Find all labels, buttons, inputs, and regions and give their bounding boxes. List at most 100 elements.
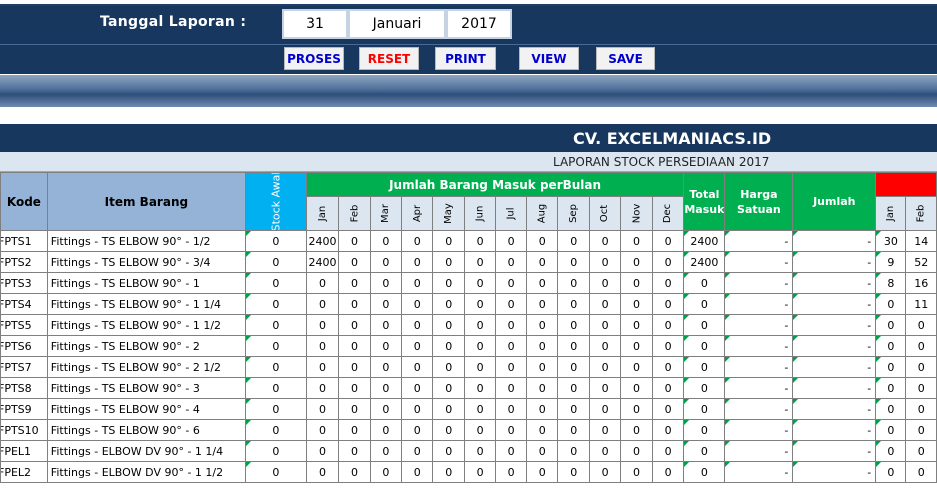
cell-jumlah[interactable]: - [792,230,877,252]
cell-masuk-month[interactable]: 0 [305,440,340,462]
cell-masuk-month[interactable]: 0 [495,377,527,399]
cell-masuk-month[interactable]: 0 [651,314,685,336]
cell-kode[interactable]: FPTS10 [0,419,48,441]
cell-masuk-month[interactable]: 0 [557,230,590,252]
cell-harga-satuan[interactable]: - [724,335,794,357]
cell-masuk-month[interactable]: 0 [651,419,685,441]
year-field[interactable]: 2017 [446,9,512,39]
cell-jumlah[interactable]: - [792,398,877,420]
cell-masuk-month[interactable]: 0 [369,398,403,420]
cell-masuk-month[interactable]: 0 [557,251,590,273]
cell-masuk-month[interactable]: 0 [557,419,590,441]
cell-jumlah[interactable]: - [792,356,877,378]
cell-total-masuk[interactable]: 0 [683,419,726,441]
cell-masuk-month[interactable]: 0 [651,356,685,378]
cell-total-masuk[interactable]: 0 [683,314,726,336]
cell-masuk-month[interactable]: 0 [495,461,527,483]
cell-kode[interactable]: FPTS7 [0,356,48,378]
cell-stock-awal[interactable]: 0 [244,461,307,483]
cell-keluar-month[interactable]: 0 [905,398,937,420]
cell-masuk-month[interactable]: 0 [369,314,403,336]
cell-masuk-month[interactable]: 0 [651,440,685,462]
cell-masuk-month[interactable]: 0 [525,377,559,399]
cell-jumlah[interactable]: - [792,461,877,483]
cell-item[interactable]: Fittings - TS ELBOW 90° - 1 1/4 [46,293,246,315]
cell-keluar-month[interactable]: 52 [905,251,937,273]
cell-item[interactable]: Fittings - TS ELBOW 90° - 6 [46,419,246,441]
cell-masuk-month[interactable]: 0 [588,377,622,399]
cell-keluar-month[interactable]: 0 [905,314,937,336]
cell-masuk-month[interactable]: 0 [338,314,371,336]
cell-masuk-month[interactable]: 0 [338,398,371,420]
cell-masuk-month[interactable]: 0 [369,251,403,273]
cell-masuk-month[interactable]: 0 [588,314,622,336]
cell-masuk-month[interactable]: 0 [432,461,466,483]
cell-masuk-month[interactable]: 0 [651,398,685,420]
cell-masuk-month[interactable]: 0 [525,440,559,462]
reset-button[interactable]: RESET [359,47,419,70]
cell-jumlah[interactable]: - [792,272,877,294]
cell-harga-satuan[interactable]: - [724,272,794,294]
proses-button[interactable]: PROSES [284,47,344,70]
cell-item[interactable]: Fittings - TS ELBOW 90° - 1 [46,272,246,294]
cell-keluar-month[interactable]: 16 [905,272,937,294]
cell-masuk-month[interactable]: 0 [588,272,622,294]
cell-stock-awal[interactable]: 0 [244,335,307,357]
cell-total-masuk[interactable]: 0 [683,461,726,483]
cell-masuk-month[interactable]: 0 [588,251,622,273]
cell-masuk-month[interactable]: 0 [588,230,622,252]
cell-masuk-month[interactable]: 0 [464,335,497,357]
cell-masuk-month[interactable]: 0 [432,230,466,252]
cell-kode[interactable]: FPTS6 [0,335,48,357]
cell-masuk-month[interactable]: 0 [432,293,466,315]
cell-masuk-month[interactable]: 0 [369,461,403,483]
save-button[interactable]: SAVE [596,47,655,70]
cell-masuk-month[interactable]: 0 [620,377,653,399]
cell-kode[interactable]: FPTS5 [0,314,48,336]
cell-masuk-month[interactable]: 0 [525,356,559,378]
cell-masuk-month[interactable]: 0 [525,251,559,273]
cell-masuk-month[interactable]: 0 [464,356,497,378]
cell-harga-satuan[interactable]: - [724,356,794,378]
cell-jumlah[interactable]: - [792,251,877,273]
cell-item[interactable]: Fittings - ELBOW DV 90° - 1 1/2 [46,461,246,483]
cell-harga-satuan[interactable]: - [724,419,794,441]
cell-masuk-month[interactable]: 0 [369,293,403,315]
cell-masuk-month[interactable]: 0 [369,440,403,462]
cell-keluar-month[interactable]: 0 [875,314,907,336]
cell-masuk-month[interactable]: 0 [369,356,403,378]
cell-masuk-month[interactable]: 0 [464,293,497,315]
cell-keluar-month[interactable]: 14 [905,230,937,252]
cell-keluar-month[interactable]: 9 [875,251,907,273]
cell-total-masuk[interactable]: 0 [683,272,726,294]
cell-masuk-month[interactable]: 0 [338,377,371,399]
cell-masuk-month[interactable]: 0 [432,314,466,336]
cell-masuk-month[interactable]: 0 [557,461,590,483]
cell-item[interactable]: Fittings - TS ELBOW 90° - 3 [46,377,246,399]
cell-masuk-month[interactable]: 0 [338,356,371,378]
cell-masuk-month[interactable]: 0 [557,293,590,315]
cell-masuk-month[interactable]: 0 [495,293,527,315]
cell-keluar-month[interactable]: 8 [875,272,907,294]
cell-masuk-month[interactable]: 0 [401,314,434,336]
cell-keluar-month[interactable]: 0 [905,440,937,462]
cell-masuk-month[interactable]: 0 [557,314,590,336]
cell-masuk-month[interactable]: 0 [525,419,559,441]
cell-keluar-month[interactable]: 0 [875,419,907,441]
cell-masuk-month[interactable]: 0 [495,398,527,420]
cell-masuk-month[interactable]: 0 [495,419,527,441]
cell-masuk-month[interactable]: 0 [369,230,403,252]
cell-total-masuk[interactable]: 2400 [683,230,726,252]
cell-masuk-month[interactable]: 0 [369,377,403,399]
cell-masuk-month[interactable]: 0 [620,419,653,441]
cell-masuk-month[interactable]: 0 [588,461,622,483]
cell-stock-awal[interactable]: 0 [244,272,307,294]
cell-keluar-month[interactable]: 0 [905,377,937,399]
cell-masuk-month[interactable]: 0 [525,461,559,483]
cell-masuk-month[interactable]: 0 [557,398,590,420]
cell-masuk-month[interactable]: 0 [495,440,527,462]
cell-keluar-month[interactable]: 11 [905,293,937,315]
cell-keluar-month[interactable]: 0 [905,335,937,357]
cell-masuk-month[interactable]: 0 [401,251,434,273]
cell-total-masuk[interactable]: 0 [683,377,726,399]
